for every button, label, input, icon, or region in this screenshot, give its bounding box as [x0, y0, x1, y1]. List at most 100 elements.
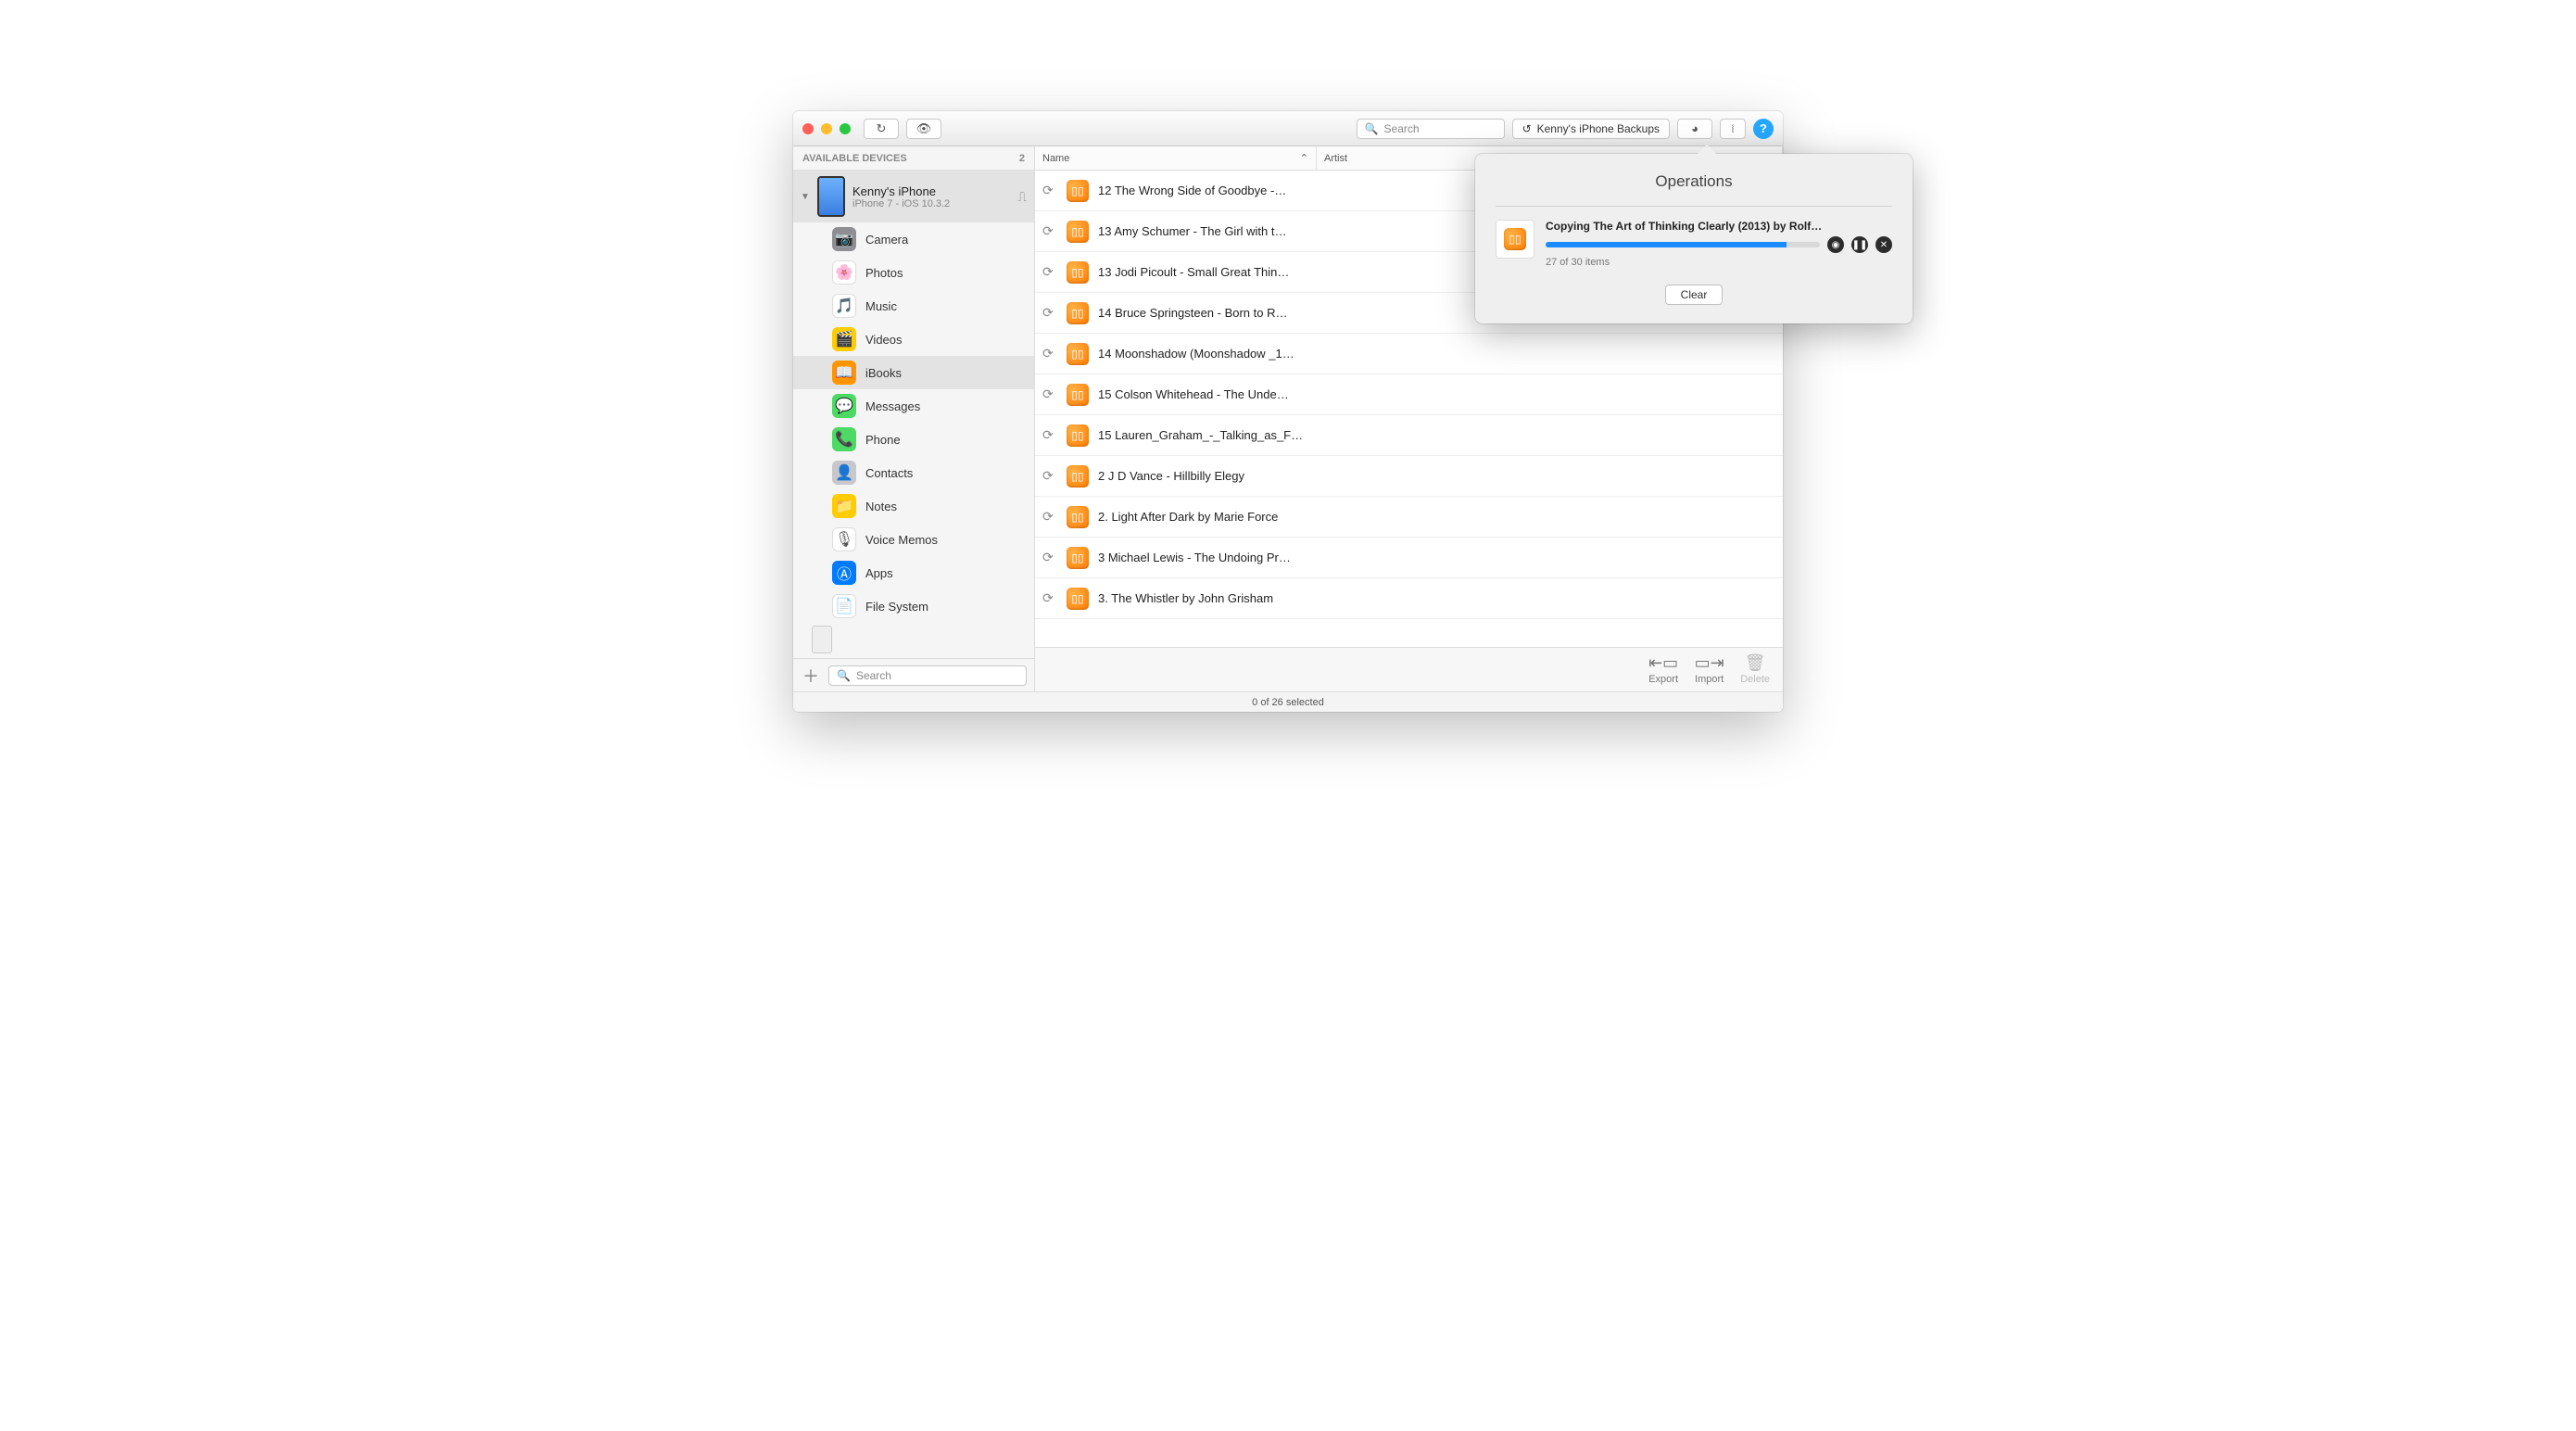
sidebar-header-label: AVAILABLE DEVICES	[802, 153, 907, 164]
sidebar-item-label: Music	[865, 299, 897, 313]
sidebar-item-contacts[interactable]: 👤 Contacts	[793, 456, 1034, 489]
table-row[interactable]: ⟳ ▯▯ 14 Moonshadow (Moonshadow _1…	[1035, 334, 1783, 374]
backups-label: Kenny's iPhone Backups	[1537, 122, 1660, 135]
progress-bar	[1546, 242, 1820, 247]
book-icon: ▯▯	[1067, 547, 1089, 569]
sidebar-item-label: Contacts	[865, 466, 913, 480]
operation-row: ▯▯ Copying The Art of Thinking Clearly (…	[1496, 220, 1892, 268]
search-placeholder: Search	[1384, 122, 1420, 135]
device-row-truncated[interactable]	[793, 623, 1034, 656]
sidebar-item-label: Camera	[865, 233, 908, 247]
delete-button[interactable]: 🗑 Delete	[1740, 655, 1770, 685]
history-icon: ↺	[1522, 122, 1532, 135]
operation-name: Copying The Art of Thinking Clearly (201…	[1546, 220, 1824, 233]
table-row[interactable]: ⟳ ▯▯ 2 J D Vance - Hillbilly Elegy	[1035, 456, 1783, 497]
row-name: 13 Jodi Picoult - Small Great Thin…	[1098, 265, 1289, 279]
book-icon: ▯▯	[1067, 302, 1089, 324]
search-input[interactable]: 🔍 Search	[1357, 119, 1505, 139]
search-icon: 🔍	[837, 669, 851, 682]
book-icon: ▯▯	[1067, 506, 1089, 528]
phone-icon: 📞	[832, 427, 856, 451]
sidebar-item-label: Notes	[865, 500, 897, 513]
photos-icon: 🌸	[832, 260, 856, 285]
add-button[interactable]: ＋	[801, 665, 821, 686]
eye-icon: 👁	[916, 121, 932, 136]
zoom-window-button[interactable]	[840, 123, 851, 134]
export-button[interactable]: ⇤▭ Export	[1648, 655, 1678, 685]
wifi-transfer-button[interactable]: ⧙	[1720, 119, 1746, 139]
book-icon: ▯▯	[1067, 424, 1089, 447]
sidebar-item-phone[interactable]: ▶ 📞 Phone	[793, 423, 1034, 456]
status-text: 0 of 26 selected	[1252, 697, 1324, 708]
action-bar: ⇤▭ Export ▭⇥ Import 🗑 Delete	[1035, 647, 1783, 691]
iphone-icon	[812, 626, 832, 653]
operations-popover: Operations ▯▯ Copying The Art of Thinkin…	[1475, 154, 1913, 323]
table-row[interactable]: ⟳ ▯▯ 15 Lauren_Graham_-_Talking_as_F…	[1035, 415, 1783, 456]
refresh-button[interactable]: ↻	[864, 119, 899, 139]
sort-asc-icon: ⌃	[1300, 152, 1308, 164]
book-icon: ▯▯	[1067, 221, 1089, 243]
sidebar-item-camera[interactable]: 📷 Camera	[793, 222, 1034, 256]
sidebar-item-label: iBooks	[865, 366, 902, 380]
column-name[interactable]: Name ⌃	[1035, 146, 1317, 170]
chevron-down-icon: ▼	[801, 192, 810, 202]
pause-button[interactable]: ❚❚	[1851, 236, 1868, 253]
table-row[interactable]: ⟳ ▯▯ 15 Colson Whitehead - The Unde…	[1035, 374, 1783, 415]
sidebar-item-messages[interactable]: 💬 Messages	[793, 389, 1034, 423]
music-icon: 🎵	[832, 294, 856, 318]
table-row[interactable]: ⟳ ▯▯ 3 Michael Lewis - The Undoing Pr…	[1035, 538, 1783, 578]
trash-icon: 🗑	[1745, 655, 1765, 672]
device-name: Kenny's iPhone	[852, 184, 1010, 198]
sidebar-item-apps[interactable]: Ⓐ Apps	[793, 556, 1034, 589]
refresh-icon: ↻	[877, 121, 887, 136]
import-button[interactable]: ▭⇥ Import	[1695, 655, 1724, 685]
sidebar-item-label: Photos	[865, 266, 903, 280]
table-row[interactable]: ⟳ ▯▯ 3. The Whistler by John Grisham	[1035, 578, 1783, 619]
sidebar-item-label: Messages	[865, 399, 920, 413]
row-name: 15 Lauren_Graham_-_Talking_as_F…	[1098, 428, 1303, 442]
minimize-window-button[interactable]	[821, 123, 832, 134]
cancel-button[interactable]: ✕	[1875, 236, 1892, 253]
device-count: 2	[1019, 153, 1025, 164]
sidebar-item-music[interactable]: 🎵 Music	[793, 289, 1034, 323]
device-row[interactable]: ▼ Kenny's iPhone iPhone 7 - iOS 10.3.2 ⎍	[793, 171, 1034, 222]
table-row[interactable]: ⟳ ▯▯ 2. Light After Dark by Marie Force	[1035, 497, 1783, 538]
sidebar-item-notes[interactable]: 📁 Notes	[793, 489, 1034, 523]
book-icon: ▯▯	[1067, 384, 1089, 406]
book-icon: ▯▯	[1067, 465, 1089, 488]
row-name: 3. The Whistler by John Grisham	[1098, 591, 1273, 605]
sidebar-item-label: Videos	[865, 333, 903, 347]
sync-icon: ⟳	[1042, 346, 1057, 361]
sync-icon: ⟳	[1042, 550, 1057, 565]
operations-button[interactable]: ◕	[1677, 119, 1712, 139]
book-icon: ▯▯	[1067, 261, 1089, 284]
sidebar-item-ibooks[interactable]: 📖 iBooks	[793, 356, 1034, 389]
sidebar-item-voice memos[interactable]: 🎙 Voice Memos	[793, 523, 1034, 556]
book-icon: ▯▯	[1067, 343, 1089, 365]
sidebar-search-input[interactable]: 🔍 Search	[828, 665, 1027, 686]
titlebar: ↻ 👁 🔍 Search ↺ Kenny's iPhone Backups ◕ …	[793, 111, 1783, 146]
sidebar-item-label: Phone	[865, 433, 901, 447]
sync-icon: ⟳	[1042, 427, 1057, 443]
sync-icon: ⟳	[1042, 305, 1057, 321]
videos-icon: 🎬	[832, 327, 856, 351]
sync-icon: ⟳	[1042, 590, 1057, 606]
sidebar-item-label: Apps	[865, 566, 893, 580]
sidebar-item-label: File System	[865, 600, 928, 614]
sidebar-item-file system[interactable]: 📄 File System	[793, 589, 1034, 623]
sidebar-item-videos[interactable]: 🎬 Videos	[793, 323, 1034, 356]
wifi-icon: ⧙	[1732, 121, 1735, 136]
sidebar-item-photos[interactable]: 🌸 Photos	[793, 256, 1034, 289]
sidebar-footer: ＋ 🔍 Search	[793, 658, 1034, 691]
eye-icon: ◉	[1832, 240, 1840, 250]
preview-button[interactable]: 👁	[906, 119, 941, 139]
sync-icon: ⟳	[1042, 223, 1057, 239]
help-button[interactable]: ?	[1753, 119, 1774, 139]
close-window-button[interactable]	[802, 123, 814, 134]
reveal-button[interactable]: ◉	[1827, 236, 1844, 253]
row-name: 14 Bruce Springsteen - Born to R…	[1098, 306, 1288, 320]
search-icon: 🔍	[1365, 122, 1379, 135]
clear-button[interactable]: Clear	[1665, 285, 1724, 305]
sync-icon: ⟳	[1042, 386, 1057, 402]
backups-button[interactable]: ↺ Kenny's iPhone Backups	[1512, 119, 1670, 139]
